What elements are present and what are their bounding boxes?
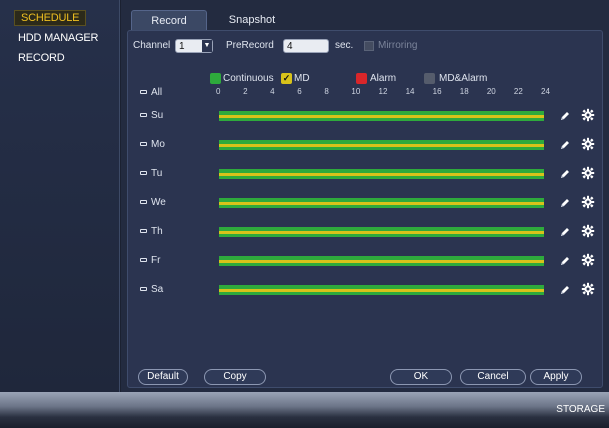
pencil-icon[interactable] (558, 283, 572, 297)
schedule-bar-fr[interactable] (219, 256, 544, 266)
gear-icon[interactable] (581, 282, 595, 296)
prerecord-label: PreRecord (226, 40, 274, 51)
prerecord-input[interactable]: 4 (283, 39, 329, 53)
hour-tick: 6 (297, 87, 302, 96)
hour-tick: 10 (351, 87, 361, 96)
day-checkbox-icon (140, 171, 147, 176)
pencil-icon[interactable] (558, 225, 572, 239)
day-label: Sa (151, 284, 164, 295)
pencil-icon[interactable] (558, 196, 572, 210)
day-toggle-mo[interactable]: Mo (140, 139, 165, 150)
all-days-label: All (151, 87, 163, 98)
sidebar-item-hdd-manager[interactable]: HDD MANAGER (18, 32, 99, 44)
day-toggle-we[interactable]: We (140, 197, 166, 208)
schedule-bar-sa[interactable] (219, 285, 544, 295)
ok-button[interactable]: OK (390, 369, 452, 385)
hour-tick: 16 (432, 87, 442, 96)
legend-md-alarm-swatch[interactable] (424, 73, 435, 84)
gear-icon[interactable] (581, 195, 595, 209)
bottom-taskbar (0, 392, 609, 428)
legend-continuous-swatch[interactable] (210, 73, 221, 84)
gear-icon[interactable] (581, 166, 595, 180)
day-checkbox-icon (140, 200, 147, 205)
hour-tick: 12 (378, 87, 388, 96)
day-label: Su (151, 110, 164, 121)
channel-label: Channel (133, 40, 171, 51)
pencil-icon[interactable] (558, 138, 572, 152)
apply-button[interactable]: Apply (530, 369, 582, 385)
main-content: Record Snapshot Channel 1 ▼ PreRecord 4 … (121, 0, 609, 392)
gear-icon[interactable] (581, 137, 595, 151)
pencil-icon[interactable] (558, 254, 572, 268)
mirroring-label: Mirroring (378, 40, 418, 51)
day-toggle-th[interactable]: Th (140, 226, 163, 237)
day-checkbox-icon (140, 287, 147, 292)
all-days-checkbox-icon (140, 90, 147, 95)
day-toggle-sa[interactable]: Sa (140, 284, 163, 295)
storage-label[interactable]: STORAGE (556, 404, 605, 415)
all-days-toggle[interactable]: All (140, 87, 162, 98)
hour-tick: 8 (324, 87, 329, 96)
tab-record[interactable]: Record (131, 10, 207, 30)
day-label: Fr (151, 255, 161, 266)
day-toggle-tu[interactable]: Tu (140, 168, 162, 179)
hour-tick: 14 (405, 87, 415, 96)
day-checkbox-icon (140, 258, 147, 263)
gear-icon[interactable] (581, 108, 595, 122)
hour-tick: 4 (270, 87, 275, 96)
legend-md-label: MD (294, 73, 310, 84)
legend-md-alarm-label: MD&Alarm (439, 73, 488, 84)
md-segment (219, 173, 544, 176)
day-label: Th (151, 226, 163, 237)
legend-continuous-label: Continuous (223, 73, 274, 84)
md-segment (219, 144, 544, 147)
day-toggle-su[interactable]: Su (140, 110, 163, 121)
pencil-icon[interactable] (558, 167, 572, 181)
day-checkbox-icon (140, 113, 147, 118)
md-segment (219, 260, 544, 263)
gear-icon[interactable] (581, 224, 595, 238)
schedule-bar-mo[interactable] (219, 140, 544, 150)
tab-snapshot[interactable]: Snapshot (217, 10, 287, 30)
chevron-down-icon: ▼ (202, 40, 212, 52)
legend-alarm-label: Alarm (370, 73, 397, 84)
pencil-icon[interactable] (558, 109, 572, 123)
schedule-panel: Channel 1 ▼ PreRecord 4 sec. Mirroring C… (127, 30, 603, 388)
prerecord-unit: sec. (335, 40, 354, 51)
prerecord-value: 4 (287, 41, 293, 52)
mirroring-checkbox[interactable] (364, 41, 374, 51)
hour-tick: 24 (541, 87, 550, 96)
default-button[interactable]: Default (138, 369, 188, 385)
day-label: We (151, 197, 166, 208)
cancel-button[interactable]: Cancel (460, 369, 526, 385)
day-label: Tu (151, 168, 163, 179)
schedule-bar-we[interactable] (219, 198, 544, 208)
hour-tick: 22 (513, 87, 523, 96)
channel-select[interactable]: 1 ▼ (175, 39, 213, 53)
md-segment (219, 202, 544, 205)
day-checkbox-icon (140, 229, 147, 234)
md-segment (219, 115, 544, 118)
day-label: Mo (151, 139, 165, 150)
hour-tick: 2 (243, 87, 248, 96)
legend-md-checkmark-icon[interactable]: ✓ (281, 73, 292, 84)
copy-button[interactable]: Copy (204, 369, 266, 385)
schedule-bar-tu[interactable] (219, 169, 544, 179)
schedule-bar-su[interactable] (219, 111, 544, 121)
md-segment (219, 231, 544, 234)
day-checkbox-icon (140, 142, 147, 147)
day-toggle-fr[interactable]: Fr (140, 255, 160, 266)
sidebar: SCHEDULE HDD MANAGER RECORD (0, 0, 120, 392)
channel-value: 1 (179, 41, 185, 52)
sidebar-item-schedule[interactable]: SCHEDULE (14, 10, 87, 26)
hour-tick: 0 (216, 87, 221, 96)
hour-tick: 20 (486, 87, 496, 96)
schedule-bar-th[interactable] (219, 227, 544, 237)
legend-alarm-swatch[interactable] (356, 73, 367, 84)
gear-icon[interactable] (581, 253, 595, 267)
md-segment (219, 289, 544, 292)
hour-tick: 18 (459, 87, 469, 96)
sidebar-item-record[interactable]: RECORD (18, 52, 65, 64)
